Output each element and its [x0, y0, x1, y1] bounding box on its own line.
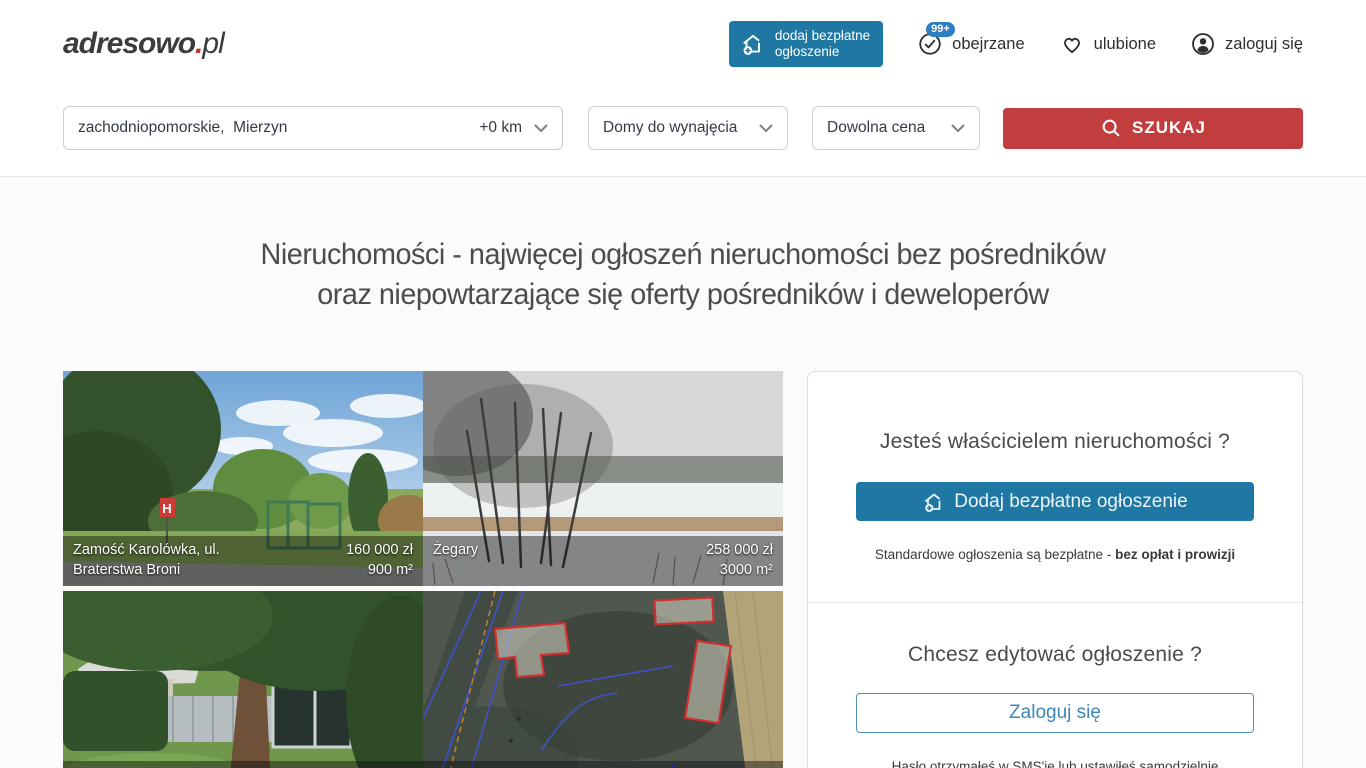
listing-card[interactable]: Rychliki 385 000 zł: [423, 591, 783, 768]
edit-question: Chcesz edytować ogłoszenie ?: [856, 643, 1254, 667]
favorites-menu-item[interactable]: ulubione: [1059, 31, 1156, 57]
user-icon: [1190, 31, 1216, 57]
viewed-count-badge: 99+: [926, 22, 955, 37]
listing-caption: Koronowo Pieszycka, ul. 240 000 zł: [63, 761, 423, 768]
viewed-menu-item[interactable]: 99+ obejrzane: [917, 31, 1024, 57]
owner-panel-edit-section: Chcesz edytować ogłoszenie ? Zaloguj się…: [808, 602, 1302, 768]
main-area: Nieruchomości - najwięcej ogłoszeń nieru…: [0, 177, 1366, 768]
price-value: Dowolna cena: [827, 119, 925, 137]
header-actions: dodaj bezpłatne ogłoszenie 99+ obejrzane…: [729, 21, 1303, 67]
hero-title-line2: oraz niepowtarzające się oferty pośredni…: [27, 275, 1338, 315]
category-select[interactable]: Domy do wynajęcia: [588, 106, 788, 150]
panel-add-listing-button[interactable]: Dodaj bezpłatne ogłoszenie: [856, 482, 1254, 521]
category-value: Domy do wynajęcia: [603, 119, 737, 137]
viewed-label: obejrzane: [952, 35, 1024, 54]
price-select[interactable]: Dowolna cena: [812, 106, 980, 150]
login-label: zaloguj się: [1225, 35, 1303, 54]
listings-grid: H Zamość Karolówka, ul. Braterstwa Broni…: [63, 371, 783, 768]
listing-card[interactable]: Żegary 258 000 zł 3000 m²: [423, 371, 783, 586]
radius-select[interactable]: +0 km: [479, 119, 548, 137]
hero-title: Nieruchomości - najwięcej ogłoszeń nieru…: [0, 177, 1366, 315]
listing-price: 160 000 zł: [346, 540, 413, 560]
add-listing-button[interactable]: dodaj bezpłatne ogłoszenie: [729, 21, 883, 67]
listing-price: 258 000 zł: [706, 540, 773, 560]
svg-text:H: H: [162, 501, 171, 516]
add-listing-label: dodaj bezpłatne ogłoszenie: [775, 28, 870, 60]
logo-name: adresowo: [63, 27, 195, 60]
owner-panel-add-section: Jesteś właścicielem nieruchomości ? Doda…: [808, 372, 1302, 602]
listing-caption: Żegary 258 000 zł 3000 m²: [423, 536, 783, 586]
top-header: adresowo.pl dodaj bezpłatne ogłoszenie 9: [0, 0, 1366, 88]
search-icon: [1100, 117, 1122, 139]
chevron-down-icon: [534, 124, 548, 133]
search-button[interactable]: SZUKAJ: [1003, 108, 1303, 149]
hero-title-line1: Nieruchomości - najwięcej ogłoszeń nieru…: [27, 235, 1338, 275]
favorites-label: ulubione: [1094, 35, 1156, 54]
panel-add-listing-label: Dodaj bezpłatne ogłoszenie: [954, 491, 1187, 513]
listing-price-area: 160 000 zł 900 m²: [346, 540, 413, 580]
logo-tld: pl: [202, 27, 223, 60]
password-note: Hasło otrzymałeś w SMS'ie lub ustawiłeś …: [856, 759, 1254, 768]
listing-price-area: 258 000 zł 3000 m²: [706, 540, 773, 580]
listing-area: 900 m²: [346, 560, 413, 580]
site-logo[interactable]: adresowo.pl: [63, 27, 224, 61]
house-plus-icon: [740, 31, 766, 57]
panel-login-button[interactable]: Zaloguj się: [856, 693, 1254, 733]
search-bar: +0 km Domy do wynajęcia Dowolna cena SZU…: [0, 88, 1366, 177]
listing-photo: [423, 591, 783, 768]
login-menu-item[interactable]: zaloguj się: [1190, 31, 1303, 57]
listing-caption: Rychliki 385 000 zł: [423, 761, 783, 768]
listing-photo: [63, 591, 423, 768]
listing-caption: Zamość Karolówka, ul. Braterstwa Broni 1…: [63, 536, 423, 586]
chevron-down-icon: [759, 124, 773, 133]
content-row: H Zamość Karolówka, ul. Braterstwa Broni…: [0, 371, 1366, 768]
heart-icon: [1059, 31, 1085, 57]
check-circle-icon: 99+: [917, 31, 943, 57]
location-box: +0 km: [63, 106, 563, 150]
listing-card[interactable]: H Zamość Karolówka, ul. Braterstwa Broni…: [63, 371, 423, 586]
free-listing-note: Standardowe ogłoszenia są bezpłatne - be…: [856, 547, 1254, 562]
owner-panel: Jesteś właścicielem nieruchomości ? Doda…: [807, 371, 1303, 768]
listing-name: Zamość Karolówka, ul. Braterstwa Broni: [73, 540, 220, 580]
radius-value: +0 km: [479, 119, 522, 137]
search-button-label: SZUKAJ: [1132, 118, 1206, 138]
owner-question: Jesteś właścicielem nieruchomości ?: [856, 430, 1254, 454]
house-plus-icon: [922, 490, 946, 514]
listing-area: 3000 m²: [706, 560, 773, 580]
listing-card[interactable]: Koronowo Pieszycka, ul. 240 000 zł: [63, 591, 423, 768]
location-input[interactable]: [78, 119, 398, 137]
chevron-down-icon: [951, 124, 965, 133]
listing-name: Żegary: [433, 540, 478, 580]
